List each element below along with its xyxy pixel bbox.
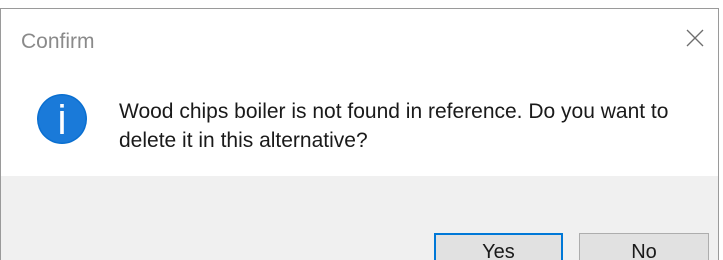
screen: Confirm Wood chips boiler is not found i… [0,0,723,260]
dialog-footer: Yes No [1,176,718,260]
title-bar: Confirm [1,9,718,69]
confirm-dialog: Confirm Wood chips boiler is not found i… [0,8,719,260]
no-button[interactable]: No [579,233,709,260]
dialog-content: Wood chips boiler is not found in refere… [1,69,718,176]
dialog-title: Confirm [21,30,95,53]
yes-button[interactable]: Yes [434,233,563,260]
close-button[interactable] [672,15,718,61]
close-icon [686,29,704,47]
info-icon [37,94,87,144]
dialog-message: Wood chips boiler is not found in refere… [119,100,669,152]
